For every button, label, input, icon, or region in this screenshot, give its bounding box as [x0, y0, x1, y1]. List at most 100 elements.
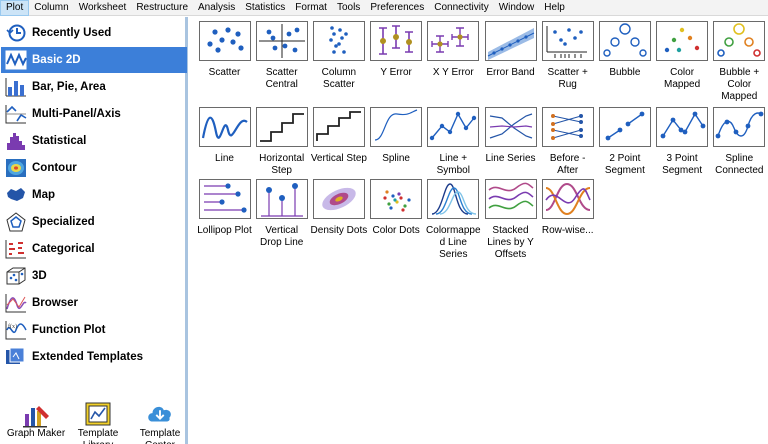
plot-type-y-error[interactable]: Y Error: [368, 17, 425, 79]
function-icon: f(x): [4, 319, 28, 341]
plot-type-label: Line: [215, 153, 234, 164]
menu-tools[interactable]: Tools: [332, 0, 365, 16]
plot-type-scatter[interactable]: Scatter: [196, 17, 253, 79]
category-label: Bar, Pie, Area: [32, 81, 106, 93]
color-dots-icon: [370, 179, 423, 219]
bubble-icon: [598, 21, 651, 61]
plot-type-label: Vertical Drop Line: [260, 225, 304, 248]
plot-type-line-series[interactable]: Line Series: [482, 103, 539, 165]
plot-type-vertical-drop-line[interactable]: Vertical Drop Line: [253, 175, 310, 249]
plot-type-bubble-color-mapped[interactable]: Bubble + Color Mapped: [711, 17, 768, 103]
plot-type-label: Horizontal Step: [259, 153, 305, 176]
menu-statistics[interactable]: Statistics: [240, 0, 290, 16]
radar-icon: [4, 211, 28, 233]
category-contour[interactable]: Contour: [1, 155, 187, 181]
plot-type-color-dots[interactable]: Color Dots: [368, 175, 425, 237]
menu-plot[interactable]: Plot: [0, 0, 30, 16]
category-3d[interactable]: 3D: [1, 263, 187, 289]
plot-type-label: Line + Symbol: [436, 153, 470, 176]
plot-type-label: Color Dots: [372, 225, 420, 236]
plot-type-label: Spline: [382, 153, 410, 164]
cloud-download-icon: [145, 400, 175, 428]
category-bar-pie-area[interactable]: Bar, Pie, Area: [1, 74, 187, 100]
plot-type-color-mapped[interactable]: Color Mapped: [654, 17, 711, 91]
plot-type-label: Y Error: [380, 67, 412, 78]
plot-type-three-point-segment[interactable]: 3 Point Segment: [654, 103, 711, 177]
plot-type-spline[interactable]: Spline: [368, 103, 425, 165]
plot-type-label: Spline Connected: [715, 153, 764, 176]
category-statistical[interactable]: Statistical: [1, 128, 187, 154]
category-sidebar: Graph Maker Template Library Template Cent…: [0, 17, 188, 444]
plot-type-horizontal-step[interactable]: Horizontal Step: [253, 103, 310, 177]
menu-window[interactable]: Window: [494, 0, 540, 16]
line-symbol-icon: [427, 107, 480, 147]
menu-analysis[interactable]: Analysis: [193, 0, 240, 16]
plot-type-stacked-lines[interactable]: Stacked Lines by Y Offsets: [482, 175, 539, 261]
category-basic-2d[interactable]: Basic 2D: [1, 47, 187, 73]
menu-preferences[interactable]: Preferences: [365, 0, 429, 16]
plot-type-line-symbol[interactable]: Line + Symbol: [425, 103, 482, 177]
plot-type-density-dots[interactable]: Density Dots: [310, 175, 367, 237]
plot-type-row-wise[interactable]: Row-wise...: [539, 175, 596, 237]
category-browser[interactable]: Browser: [1, 290, 187, 316]
category-multi-panel-axis[interactable]: Multi-Panel/Axis: [1, 101, 187, 127]
plot-type-label: Error Band: [486, 67, 535, 78]
xy-error-icon: [427, 21, 480, 61]
plot-type-before-after[interactable]: Before - After: [539, 103, 596, 177]
plot-type-label: Bubble + Color Mapped: [719, 67, 760, 102]
plot-type-label: Scatter + Rug: [547, 67, 588, 90]
plot-type-two-point-segment[interactable]: 2 Point Segment: [596, 103, 653, 177]
plot-type-label: Stacked Lines by Y Offsets: [487, 225, 534, 260]
category-extended-templates[interactable]: Extended Templates: [1, 344, 187, 370]
plot-type-colormapped-line-series[interactable]: Colormapped Line Series: [425, 175, 482, 261]
line-icon: [198, 107, 251, 147]
three-point-segment-icon: [656, 107, 709, 147]
two-point-segment-icon: [598, 107, 651, 147]
scatter-central-icon: [255, 21, 308, 61]
tool-label: Template Center: [139, 428, 181, 444]
menu-format[interactable]: Format: [290, 0, 332, 16]
category-label: Specialized: [32, 216, 95, 228]
plot-type-label: Row-wise...: [541, 225, 594, 236]
plot-type-vertical-step[interactable]: Vertical Step: [310, 103, 367, 165]
plot-type-column-scatter[interactable]: Column Scatter: [310, 17, 367, 91]
category-function-plot[interactable]: f(x) Function Plot: [1, 317, 187, 343]
plot-type-scatter-central[interactable]: Scatter Central: [253, 17, 310, 91]
color-mapped-icon: [656, 21, 709, 61]
menu-restructure[interactable]: Restructure: [131, 0, 193, 16]
category-map[interactable]: Map: [1, 182, 187, 208]
category-categorical[interactable]: Categorical: [1, 236, 187, 262]
plot-type-label: Vertical Step: [310, 153, 367, 164]
histogram-icon: [4, 130, 28, 152]
category-label: Function Plot: [32, 324, 106, 336]
plot-type-scatter-rug[interactable]: Scatter + Rug: [539, 17, 596, 91]
graph-maker-button[interactable]: Graph Maker: [6, 400, 66, 444]
plot-type-error-band[interactable]: Error Band: [482, 17, 539, 79]
plot-type-xy-error[interactable]: X Y Error: [425, 17, 482, 79]
template-center-button[interactable]: Template Center: [130, 400, 190, 444]
multi-panel-icon: [4, 103, 28, 125]
category-specialized[interactable]: Specialized: [1, 209, 187, 235]
template-library-button[interactable]: Template Library: [68, 400, 128, 444]
y-error-icon: [370, 21, 423, 61]
plot-type-lollipop[interactable]: Lollipop Plot: [196, 175, 253, 237]
plot-type-label: 2 Point Segment: [604, 153, 645, 176]
svg-text:f(x): f(x): [8, 323, 17, 330]
plot-type-spline-connected[interactable]: Spline Connected: [711, 103, 768, 177]
vertical-drop-line-icon: [255, 179, 308, 219]
plot-type-line[interactable]: Line: [196, 103, 253, 165]
menu-connectivity[interactable]: Connectivity: [429, 0, 493, 16]
category-label: Recently Used: [32, 27, 112, 39]
menu-help[interactable]: Help: [539, 0, 570, 16]
menu-worksheet[interactable]: Worksheet: [74, 0, 132, 16]
cube-scatter-icon: [4, 265, 28, 287]
menu-column[interactable]: Column: [29, 0, 73, 16]
plot-type-bubble[interactable]: Bubble: [596, 17, 653, 79]
category-label: Browser: [32, 297, 79, 309]
category-recently-used[interactable]: Recently Used: [1, 20, 187, 46]
plot-type-label: Column Scatter: [321, 67, 357, 90]
menu-bar: Plot Column Worksheet Restructure Analysis St…: [0, 0, 768, 16]
colormapped-line-series-icon: [427, 179, 480, 219]
horizontal-step-icon: [255, 107, 308, 147]
scatter-rug-icon: [541, 21, 594, 61]
